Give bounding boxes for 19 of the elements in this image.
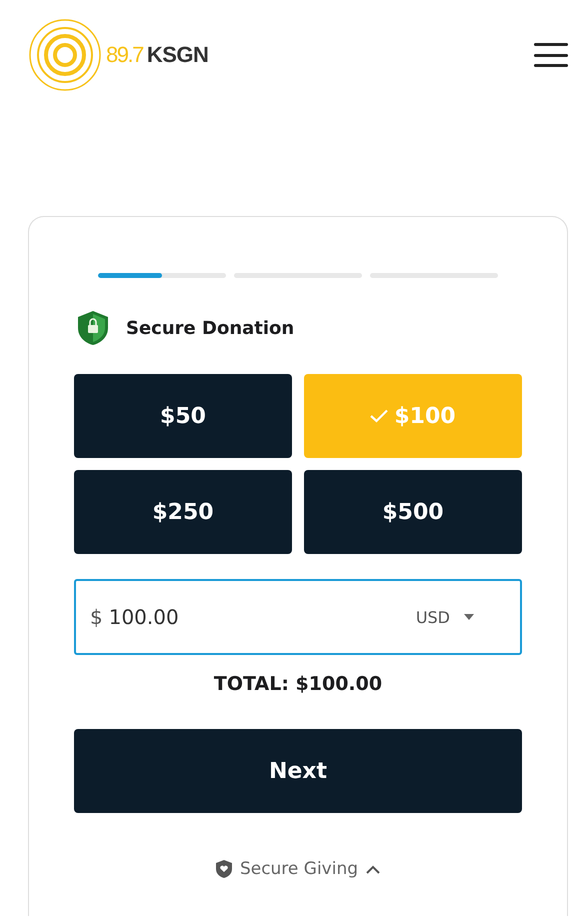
caret-icon	[464, 614, 474, 620]
amount-option[interactable]: $250	[74, 470, 292, 554]
menu-button[interactable]	[534, 43, 568, 67]
card-title: Secure Donation	[126, 318, 294, 338]
amount-option[interactable]: $500	[304, 470, 522, 554]
secure-giving-toggle[interactable]: Secure Giving	[216, 859, 380, 879]
logo-frequency: 89.7	[106, 42, 143, 68]
checkmark-icon	[370, 409, 388, 423]
currency-select[interactable]: USD	[416, 608, 474, 626]
currency-symbol: $	[90, 605, 103, 629]
total-amount: TOTAL: $100.00	[212, 673, 384, 695]
chevron-up-icon	[366, 864, 380, 874]
shield-icon	[216, 860, 232, 878]
amount-field[interactable]: $ 100.00 USD	[74, 579, 522, 655]
amount-option[interactable]: $50	[74, 374, 292, 458]
next-button[interactable]: Next	[74, 729, 522, 813]
security-shield-icon	[76, 310, 110, 346]
logo-call-sign: KSGN	[146, 42, 208, 68]
logo-rings-icon	[28, 18, 102, 92]
